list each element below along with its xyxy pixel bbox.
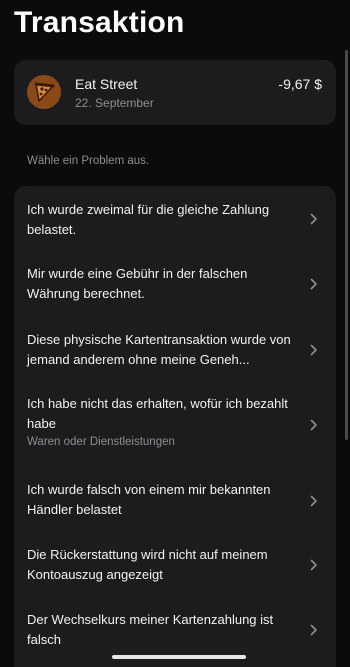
problem-item-label: Ich habe nicht das erhalten, wofür ich b… [27, 396, 288, 431]
chevron-right-icon [310, 344, 317, 356]
problem-item-label: Ich wurde zweimal für die gleiche Zahlun… [27, 202, 270, 237]
problem-item-sublabel: Waren oder Dienstleistungen [27, 436, 175, 448]
section-label: Wähle ein Problem aus. [27, 155, 150, 167]
chevron-right-icon [310, 624, 317, 636]
home-indicator [112, 655, 246, 659]
chevron-right-icon [310, 419, 317, 431]
problem-item-label: Diese physische Kartentransaktion wurde … [27, 332, 291, 367]
page-title: Transaktion [14, 6, 185, 39]
scroll-indicator [345, 50, 348, 440]
problem-item-wrong-currency[interactable]: Mir wurde eine Gebühr in der falschen Wä… [14, 252, 336, 318]
problem-item-label: Die Rückerstattung wird nicht auf meinem… [27, 547, 268, 582]
transaction-date: 22. September [75, 96, 154, 110]
problem-item-refund-missing[interactable]: Die Rückerstattung wird nicht auf meinem… [14, 532, 336, 598]
chevron-right-icon [310, 495, 317, 507]
problem-item-label: Der Wechselkurs meiner Kartenzahlung ist… [27, 612, 274, 647]
problem-item-label: Ich wurde falsch von einem mir bekannten… [27, 482, 271, 517]
pizza-icon [27, 75, 61, 109]
problem-item-not-received[interactable]: Ich habe nicht das erhalten, wofür ich b… [14, 382, 336, 468]
chevron-right-icon [310, 559, 317, 571]
chevron-right-icon [310, 213, 317, 225]
problem-list: Ich wurde zweimal für die gleiche Zahlun… [14, 186, 336, 667]
problem-item-label: Mir wurde eine Gebühr in der falschen Wä… [27, 266, 248, 301]
chevron-right-icon [310, 278, 317, 290]
merchant-name: Eat Street [75, 76, 138, 92]
problem-item-unauthorized-card[interactable]: Diese physische Kartentransaktion wurde … [14, 318, 336, 382]
transaction-card[interactable]: Eat Street 22. September -9,67 $ [14, 60, 336, 125]
problem-item-known-merchant[interactable]: Ich wurde falsch von einem mir bekannten… [14, 468, 336, 532]
transaction-amount: -9,67 $ [278, 76, 322, 92]
problem-item-double-charge[interactable]: Ich wurde zweimal für die gleiche Zahlun… [14, 186, 336, 252]
